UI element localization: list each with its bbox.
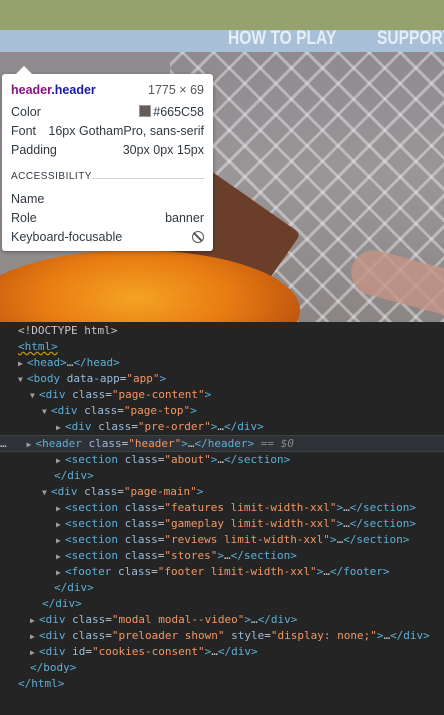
collapse-triangle-icon[interactable]: ▼ <box>42 404 51 420</box>
expand-triangle-icon[interactable]: ▶ <box>30 645 39 661</box>
tooltip-class: .header <box>51 83 96 97</box>
dom-node-page-content[interactable]: ▼ <div class="page-content"> <box>30 387 444 403</box>
dom-node-html[interactable]: <html> <box>18 339 444 355</box>
accessibility-divider <box>92 178 204 179</box>
dom-close-div[interactable]: </div> <box>54 580 444 596</box>
dom-node-about[interactable]: ▶ <section class="about">…</section> <box>56 452 444 468</box>
not-focusable-icon <box>192 231 204 243</box>
dom-node-features[interactable]: ▶ <section class="features limit-width-xx… <box>56 500 444 516</box>
collapse-triangle-icon[interactable]: ▼ <box>30 388 39 404</box>
dom-node-footer[interactable]: ▶ <footer class="footer limit-width-xxl">… <box>56 564 444 580</box>
dom-close-body[interactable]: </body> <box>30 660 444 676</box>
nav-how-to-play[interactable]: HOW TO PLAY <box>228 28 336 50</box>
expand-triangle-icon[interactable]: ▶ <box>30 613 39 629</box>
site-navbar: HOW TO PLAY SUPPORT <box>0 22 444 52</box>
dom-node-stores[interactable]: ▶ <section class="stores">…</section> <box>56 548 444 564</box>
dom-node-gameplay[interactable]: ▶ <section class="gameplay limit-width-xx… <box>56 516 444 532</box>
tooltip-row-font: Font 16px GothamPro, sans-serif <box>11 124 204 138</box>
color-swatch <box>139 105 152 117</box>
dom-node-head[interactable]: ▶ <head>…</head> <box>18 355 444 371</box>
dom-node-reviews[interactable]: ▶ <section class="reviews limit-width-xxl… <box>56 532 444 548</box>
dom-node-body[interactable]: ▼ <body data-app="app"> <box>18 371 444 387</box>
tooltip-row-color: Color #665C58 <box>11 105 204 119</box>
dom-node-preloader[interactable]: ▶ <div class="preloader shown" style="dis… <box>30 628 444 644</box>
dom-doctype[interactable]: <!DOCTYPE html> <box>18 323 444 339</box>
dom-close-div[interactable]: </div> <box>42 596 444 612</box>
dom-node-header-selected[interactable]: … ▶ <header class="header">…</header> == … <box>0 435 444 452</box>
inspect-tooltip: header.header 1775 × 69 Color #665C58 Fo… <box>2 66 213 251</box>
tooltip-color-value: #665C58 <box>153 105 204 119</box>
expand-triangle-icon[interactable]: ▶ <box>56 501 65 517</box>
tooltip-row-role: Role banner <box>11 211 204 225</box>
nav-support[interactable]: SUPPORT <box>377 28 444 50</box>
dom-node-page-main[interactable]: ▼ <div class="page-main"> <box>42 484 444 500</box>
tooltip-row-padding: Padding 30px 0px 15px <box>11 143 204 157</box>
expand-triangle-icon[interactable]: ▶ <box>18 356 27 372</box>
tooltip-tag: header <box>11 83 52 97</box>
dom-close-div[interactable]: </div> <box>54 468 444 484</box>
expand-triangle-icon[interactable]: ▶ <box>56 453 65 469</box>
expand-triangle-icon[interactable]: ▶ <box>56 533 65 549</box>
tooltip-title-row: header.header 1775 × 69 <box>11 83 204 101</box>
accessibility-heading: ACCESSIBILITY <box>11 171 92 182</box>
selected-node-marker: == $0 <box>260 437 294 450</box>
expand-triangle-icon[interactable]: ▶ <box>30 629 39 645</box>
collapse-triangle-icon[interactable]: ▼ <box>42 485 51 501</box>
dom-node-page-top[interactable]: ▼ <div class="page-top"> <box>42 403 444 419</box>
dom-close-html[interactable]: </html> <box>18 676 444 692</box>
tooltip-row-name: Name <box>11 192 45 206</box>
dom-node-cookies-consent[interactable]: ▶ <div id="cookies-consent">…</div> <box>30 644 444 660</box>
expand-triangle-icon[interactable]: ▶ <box>56 517 65 533</box>
expand-triangle-icon[interactable]: ▶ <box>27 437 36 453</box>
collapse-triangle-icon[interactable]: ▼ <box>18 372 27 388</box>
expand-triangle-icon[interactable]: ▶ <box>56 420 65 436</box>
devtools-elements-panel: <!DOCTYPE html> <html> ▶ <head>…</head> ▼… <box>0 322 444 715</box>
tooltip-row-keyboard-focusable: Keyboard-focusable <box>11 230 204 248</box>
dom-node-modal-video[interactable]: ▶ <div class="modal modal--video">…</div> <box>30 612 444 628</box>
expand-triangle-icon[interactable]: ▶ <box>56 549 65 565</box>
dom-node-pre-order[interactable]: ▶ <div class="pre-order">…</div> <box>56 419 444 435</box>
expand-triangle-icon[interactable]: ▶ <box>56 565 65 581</box>
page-preview: HOW TO PLAY SUPPORT header.header 1775 ×… <box>0 0 444 322</box>
tooltip-size: 1775 × 69 <box>148 83 204 97</box>
